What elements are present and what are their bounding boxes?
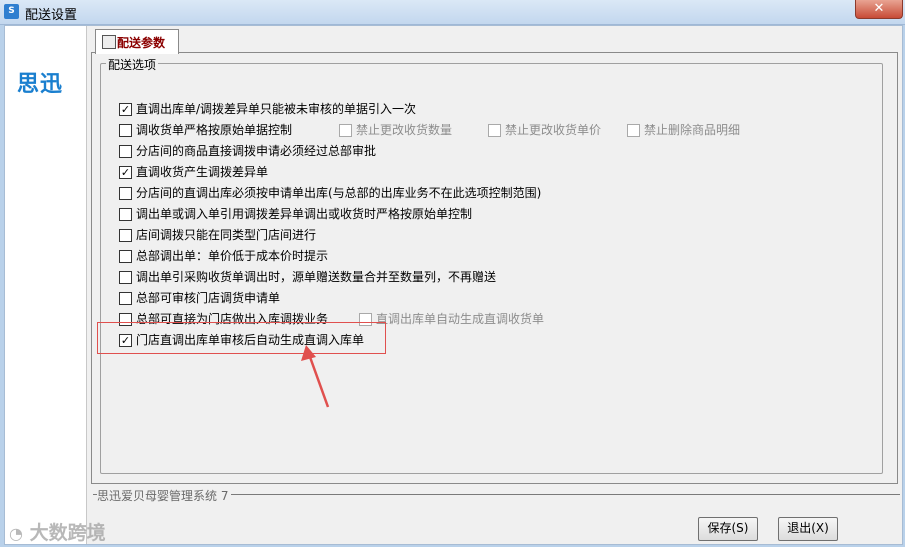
annotation-arrow — [301, 345, 330, 408]
watermark-text: 大数跨境 — [29, 522, 106, 544]
settings-page-icon — [102, 35, 116, 49]
checkbox-box — [119, 250, 132, 263]
tab-label: 配送参数 — [117, 36, 166, 50]
option-label: 直调出库单自动生成直调收货单 — [376, 312, 545, 326]
option-label: 分店间的直调出库必须按申请单出库(与总部的出库业务不在此选项控制范围) — [136, 186, 542, 200]
option-label: 店间调拨只能在同类型门店间进行 — [136, 228, 317, 242]
status-text: 思迅爱贝母婴管理系统 7 — [97, 487, 232, 504]
close-button[interactable]: ✕ — [855, 0, 903, 19]
option-label: 调收货单严格按原始单据控制 — [136, 123, 293, 137]
checkbox-box — [488, 124, 501, 137]
option-label: 总部可审核门店调货申请单 — [136, 291, 281, 305]
option-label: 禁止删除商品明细 — [644, 123, 741, 137]
highlight-box — [97, 322, 386, 354]
watermark-logo-icon: ◔ — [9, 524, 23, 543]
window-title: 配送设置 — [25, 8, 78, 23]
checkbox-box — [119, 145, 132, 158]
brand-logo: 思迅 — [17, 72, 64, 97]
checkbox-box — [119, 124, 132, 137]
title-bar: S 配送设置 ✕ — [0, 0, 905, 25]
checkbox-box — [119, 292, 132, 305]
tab-panel: 配送选项 ✓ 直调出库单/调拨差异单只能被未审核的单据引入一次 调收货单严格按原… — [91, 52, 898, 484]
options-group: 配送选项 ✓ 直调出库单/调拨差异单只能被未审核的单据引入一次 调收货单严格按原… — [100, 56, 883, 474]
dialog-body: 思迅 配送参数 配送选项 ✓ 直调出库单/调拨差异单只能被未审核的单据引入一次 … — [4, 25, 903, 545]
option-label: 调出单引采购收货单调出时，源单赠送数量合并至数量列，不再赠送 — [136, 270, 497, 284]
option-label: 分店间的商品直接调拨申请必须经过总部审批 — [136, 144, 377, 158]
option-label: 直调出库单/调拨差异单只能被未审核的单据引入一次 — [136, 102, 417, 116]
option-label: 禁止更改收货单价 — [505, 123, 602, 137]
watermark: ◔ 大数跨境 — [9, 518, 106, 545]
app-icon: S — [4, 4, 19, 19]
option-label: 直调收货产生调拨差异单 — [136, 165, 269, 179]
sidebar: 思迅 — [5, 26, 87, 544]
checkbox-box — [119, 229, 132, 242]
checkbox-box — [627, 124, 640, 137]
checkbox-box — [339, 124, 352, 137]
option-label: 调出单或调入单引用调拨差异单调出或收货时严格按原始单控制 — [136, 207, 473, 221]
option-label: 禁止更改收货数量 — [356, 123, 453, 137]
checkbox-box: ✓ — [119, 103, 132, 116]
checkbox-box — [119, 208, 132, 221]
option-label: 总部调出单：单价低于成本价时提示 — [136, 249, 329, 263]
checkbox-box — [119, 187, 132, 200]
exit-button[interactable]: 退出(X) — [778, 517, 838, 541]
group-title: 配送选项 — [106, 56, 159, 73]
checkbox-box — [119, 271, 132, 284]
checkbox-box: ✓ — [119, 166, 132, 179]
save-button[interactable]: 保存(S) — [698, 517, 758, 541]
tab-delivery-params[interactable]: 配送参数 — [95, 29, 179, 54]
